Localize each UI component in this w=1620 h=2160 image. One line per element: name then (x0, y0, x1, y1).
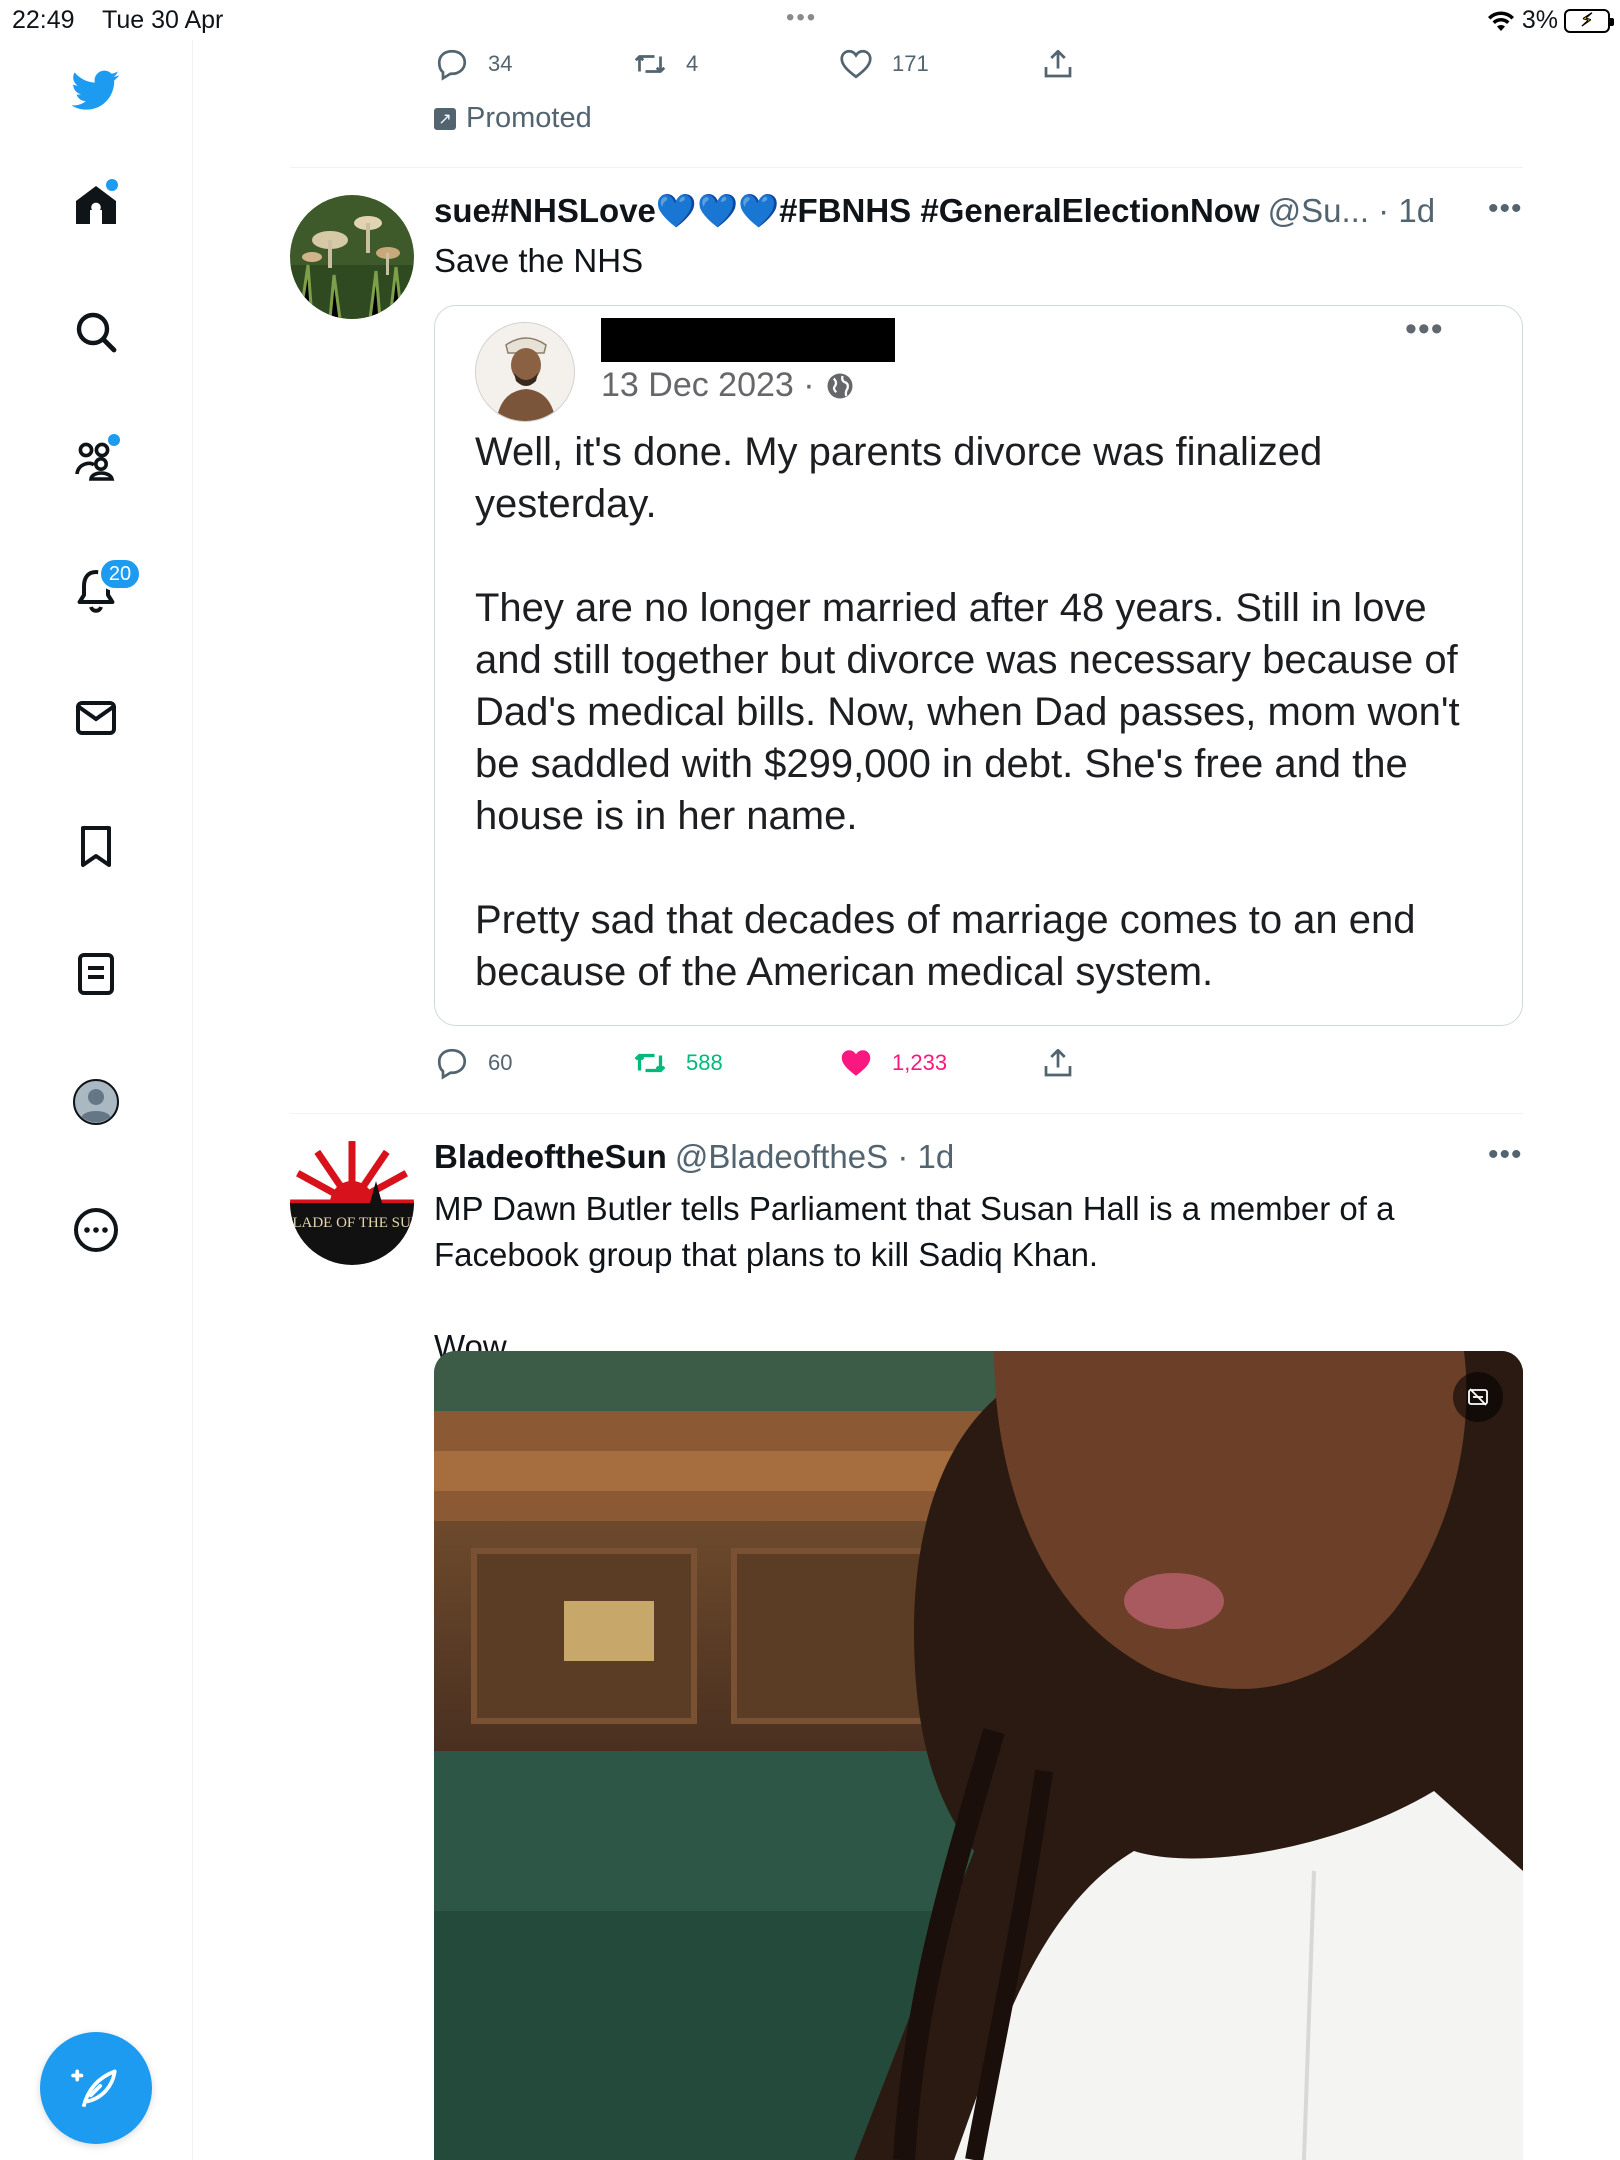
tweet-video[interactable] (434, 1351, 1523, 2160)
mail-icon (76, 701, 116, 735)
display-name[interactable]: sue#NHSLove💙💙💙#FBNHS #GeneralElectionNow (434, 192, 1260, 231)
battery-percent: 3% (1521, 6, 1558, 34)
svg-text:BLADE OF THE SUN: BLADE OF THE SUN (290, 1215, 414, 1231)
list-icon (78, 953, 114, 995)
embedded-screenshot[interactable]: 13 Dec 2023 · ••• Well, it's done. My pa… (434, 305, 1523, 1026)
reply-button[interactable]: 60 (434, 1045, 512, 1081)
twitter-bird-icon[interactable] (66, 60, 126, 120)
handle-and-time[interactable]: @BladeoftheS · 1d (675, 1138, 954, 1176)
retweet-button[interactable]: 588 (632, 1045, 723, 1081)
status-date: Tue 30 Apr (102, 6, 224, 34)
screenshot-post-text: Well, it's done. My parents divorce was … (475, 426, 1475, 1025)
tweet-header: sue#NHSLove💙💙💙#FBNHS #GeneralElectionNow… (434, 192, 1435, 231)
tweet-header: BladeoftheSun @BladeoftheS · 1d (434, 1138, 954, 1176)
screenshot-paragraph: Well, it's done. My parents divorce was … (475, 430, 1323, 526)
screenshot-avatar (475, 322, 575, 422)
reply-count: 60 (488, 1050, 513, 1075)
screenshot-paragraph: They are no longer married after 48 year… (475, 586, 1460, 838)
tweet-more-button[interactable]: ••• (1488, 192, 1523, 226)
retweet-button[interactable]: 4 (632, 46, 698, 82)
share-icon (1044, 49, 1072, 78)
screenshot-more-icon: ••• (1405, 310, 1444, 348)
battery-icon: ⚡ (1564, 8, 1614, 33)
display-name[interactable]: BladeoftheSun (434, 1138, 667, 1176)
bookmark-icon (81, 826, 111, 867)
sidebar-item-explore[interactable] (66, 302, 126, 362)
video-frame (434, 1351, 1523, 2160)
wifi-icon (1487, 10, 1514, 31)
reply-count: 34 (488, 51, 513, 76)
tweet-text: Save the NHS (434, 242, 644, 279)
share-button[interactable] (1040, 46, 1076, 82)
like-button[interactable]: 171 (838, 46, 929, 82)
screenshot-date-text: 13 Dec 2023 · (601, 366, 815, 404)
tweet-text: MP Dawn Butler tells Parliament that Sus… (434, 1190, 1395, 1365)
avatar[interactable]: BLADE OF THE SUN (290, 1141, 414, 1265)
promoted-text: Promoted (466, 102, 592, 134)
redacted-name (601, 318, 895, 362)
home-unread-dot (106, 179, 118, 191)
share-icon (1044, 1048, 1072, 1077)
reply-icon (437, 1048, 467, 1080)
sidebar-item-communities[interactable] (66, 430, 126, 490)
profile-avatar-icon (73, 1079, 119, 1125)
globe-icon (827, 373, 853, 398)
status-bar: 22:49 Tue 30 Apr ••• 3% ⚡ (0, 0, 1620, 40)
sidebar-item-messages[interactable] (66, 688, 126, 748)
like-count: 171 (892, 51, 929, 76)
screenshot-paragraph: Pretty sad that decades of marriage come… (475, 898, 1416, 994)
status-right: 3% ⚡ (1486, 6, 1614, 35)
like-count: 1,233 (892, 1050, 948, 1075)
search-icon (76, 312, 117, 353)
retweet-icon (634, 55, 666, 73)
sidebar-item-lists[interactable] (66, 944, 126, 1004)
retweet-icon (634, 1053, 666, 1073)
communities-unread-dot (108, 434, 120, 446)
notifications-count-badge: 20 (98, 557, 142, 591)
tweet-more-button[interactable]: ••• (1488, 1138, 1523, 1172)
status-time: 22:49 (12, 6, 75, 34)
sidebar: 20 (0, 40, 193, 2160)
compose-tweet-button[interactable] (40, 2032, 152, 2144)
like-button[interactable]: 1,233 (838, 1045, 947, 1081)
sidebar-item-profile[interactable] (66, 1072, 126, 1132)
screenshot-date: 13 Dec 2023 · (601, 366, 855, 405)
avatar[interactable] (290, 195, 414, 319)
heart-icon (840, 49, 872, 79)
tweet-divider (290, 167, 1523, 168)
sidebar-item-home[interactable] (66, 175, 126, 235)
tweet-divider (290, 1113, 1523, 1114)
retweet-count: 588 (686, 1050, 723, 1075)
handle-and-time[interactable]: @Su... · 1d (1268, 192, 1435, 230)
multitask-dots[interactable]: ••• (786, 4, 817, 32)
video-settings-icon[interactable] (1453, 1372, 1503, 1422)
share-button[interactable] (1040, 1045, 1076, 1081)
sidebar-item-bookmarks[interactable] (66, 816, 126, 876)
heart-filled-icon (841, 1050, 871, 1076)
promoted-icon: ↗ (434, 107, 456, 130)
more-circle-icon (74, 1208, 118, 1252)
compose-feather-icon (71, 2069, 117, 2108)
reply-icon (437, 49, 467, 81)
sidebar-item-more[interactable] (66, 1200, 126, 1260)
retweet-count: 4 (686, 51, 699, 76)
promoted-label: ↗ Promoted (434, 102, 592, 135)
reply-button[interactable]: 34 (434, 46, 512, 82)
